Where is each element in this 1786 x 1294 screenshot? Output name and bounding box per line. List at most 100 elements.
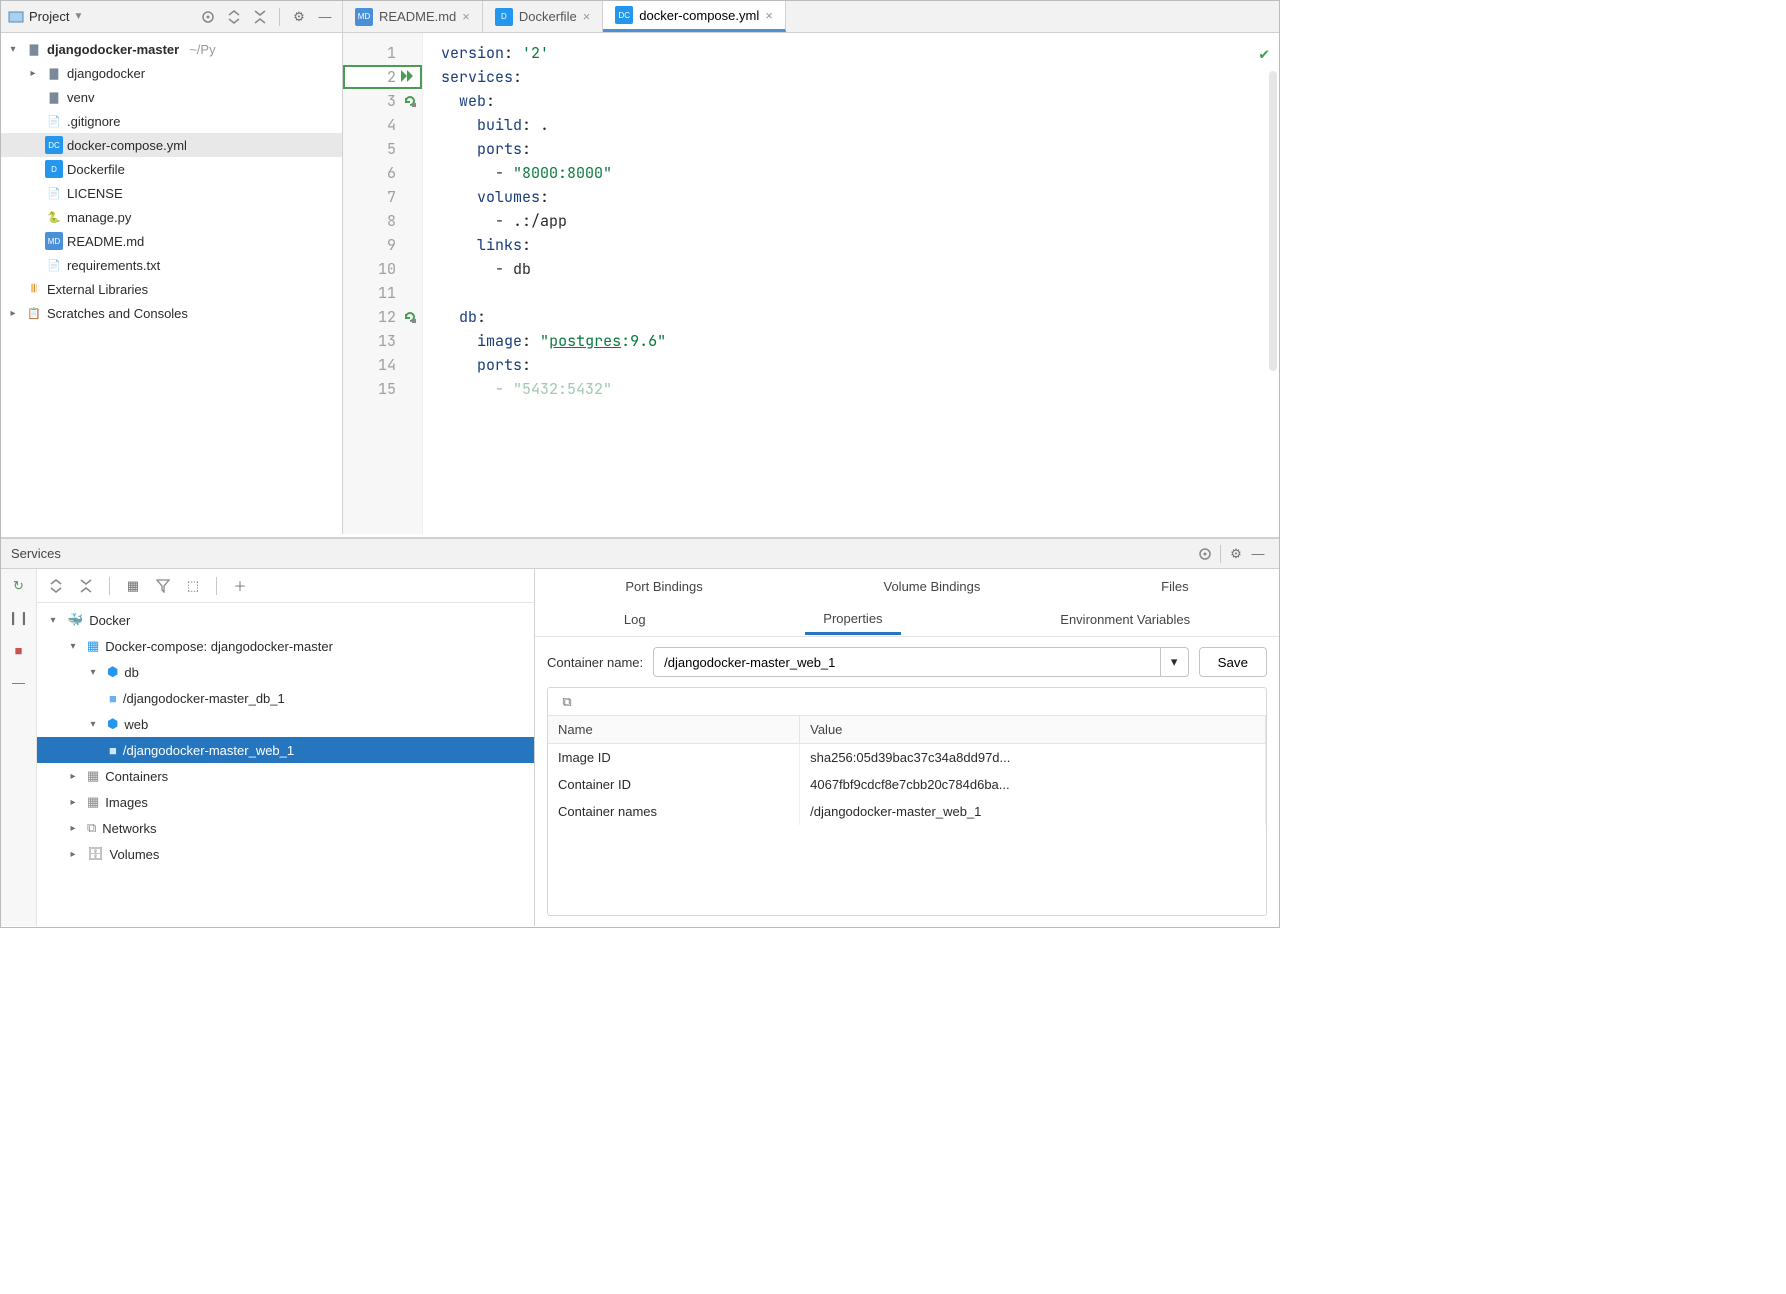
stree-service-db[interactable]: ▾ ⬢ db — [37, 659, 534, 685]
gear-icon[interactable]: ⚙ — [1225, 543, 1247, 565]
folder-icon: ▇ — [45, 64, 63, 82]
editor-body[interactable]: 123456789101112131415 version: '2'servic… — [343, 33, 1279, 534]
folder-icon: ▇ — [45, 88, 63, 106]
save-button[interactable]: Save — [1199, 647, 1267, 677]
copy-icon[interactable]: ⧉ — [556, 691, 578, 713]
close-icon[interactable]: × — [765, 8, 773, 23]
expand-all-icon[interactable] — [45, 575, 67, 597]
tab-port-bindings[interactable]: Port Bindings — [607, 573, 720, 600]
close-icon[interactable]: × — [462, 9, 470, 24]
expand-all-icon[interactable] — [223, 6, 245, 28]
table-row[interactable]: Container ID4067fbf9cdcf8e7cbb20c784d6ba… — [548, 771, 1266, 798]
collapse-all-icon[interactable] — [249, 6, 271, 28]
locate-icon[interactable] — [197, 6, 219, 28]
run-icon[interactable] — [400, 69, 418, 83]
tree-folder-djangodocker[interactable]: ▸ ▇ djangodocker — [1, 61, 342, 85]
container-name-dropdown[interactable]: ▾ — [653, 647, 1188, 677]
chevron-right-icon: ▸ — [25, 68, 41, 79]
chevron-right-icon: ▸ — [65, 771, 81, 782]
tree-file-managepy[interactable]: 🐍 manage.py — [1, 205, 342, 229]
services-panel: Services ⚙ — ↻ ❙❙ ■ — ▦ ⬚ ＋ — [1, 538, 1279, 926]
rerun-icon[interactable] — [402, 309, 418, 325]
docker-compose-icon: DC — [45, 136, 63, 154]
chevron-down-icon: ▾ — [45, 615, 61, 626]
chevron-down-icon: ▾ — [5, 44, 21, 55]
stree-container-web[interactable]: ■ /djangodocker-master_web_1 — [37, 737, 534, 763]
project-selector[interactable]: Project ▼ — [7, 8, 83, 26]
tab-readme[interactable]: MD README.md × — [343, 1, 483, 32]
compose-icon: ▦ — [87, 638, 99, 654]
stree-container-db[interactable]: ■ /djangodocker-master_db_1 — [37, 685, 534, 711]
collapse-icon[interactable]: — — [8, 671, 30, 693]
minimize-icon[interactable]: — — [314, 6, 336, 28]
services-left-toolbar: ↻ ❙❙ ■ — — [1, 569, 37, 926]
stree-service-web[interactable]: ▾ ⬢ web — [37, 711, 534, 737]
stop-icon[interactable]: ■ — [8, 639, 30, 661]
tree-external-libraries[interactable]: 𝄃𝄃 External Libraries — [1, 277, 342, 301]
chevron-right-icon: ▸ — [5, 308, 21, 319]
project-label: Project — [29, 9, 69, 24]
tree-file-docker-compose[interactable]: DC docker-compose.yml — [1, 133, 342, 157]
stree-networks[interactable]: ▸ ⧉ Networks — [37, 815, 534, 841]
tab-dockerfile[interactable]: D Dockerfile × — [483, 1, 603, 32]
col-name: Name — [548, 716, 800, 744]
stree-compose[interactable]: ▾ ▦ Docker-compose: djangodocker-master — [37, 633, 534, 659]
stree-docker[interactable]: ▾ 🐳 Docker — [37, 607, 534, 633]
minimize-icon[interactable]: — — [1247, 543, 1269, 565]
tab-files[interactable]: Files — [1143, 573, 1206, 600]
chevron-down-icon: ▾ — [65, 641, 81, 652]
code[interactable]: version: '2'services: web: build: . port… — [423, 33, 1279, 534]
group-icon[interactable]: ▦ — [122, 575, 144, 597]
tree-file-requirements[interactable]: 📄 requirements.txt — [1, 253, 342, 277]
gutter: 123456789101112131415 — [343, 33, 423, 534]
python-icon: 🐍 — [45, 208, 63, 226]
open-icon[interactable]: ⬚ — [182, 575, 204, 597]
services-tree[interactable]: ▾ 🐳 Docker ▾ ▦ Docker-compose: djangodoc… — [37, 603, 534, 926]
tree-file-readme[interactable]: MD README.md — [1, 229, 342, 253]
container-icon: ■ — [109, 743, 117, 758]
tree-scratches[interactable]: ▸ 📋 Scratches and Consoles — [1, 301, 342, 325]
tree-folder-venv[interactable]: ▇ venv — [1, 85, 342, 109]
services-tree-toolbar: ▦ ⬚ ＋ — [37, 569, 534, 603]
chevron-down-icon: ▾ — [85, 667, 101, 678]
tab-properties[interactable]: Properties — [805, 605, 900, 635]
rerun-icon[interactable]: ↻ — [8, 575, 30, 597]
gear-icon[interactable]: ⚙ — [288, 6, 310, 28]
file-icon: 📄 — [45, 184, 63, 202]
pause-icon[interactable]: ❙❙ — [8, 607, 30, 629]
collapse-all-icon[interactable] — [75, 575, 97, 597]
filter-icon[interactable] — [152, 575, 174, 597]
chevron-down-icon: ▼ — [73, 11, 83, 22]
container-icon: ■ — [109, 691, 117, 706]
tab-volume-bindings[interactable]: Volume Bindings — [866, 573, 999, 600]
tab-docker-compose[interactable]: DC docker-compose.yml × — [603, 1, 786, 32]
table-toolbar: ⧉ — [548, 688, 1266, 716]
services-title: Services — [11, 546, 61, 561]
scrollbar[interactable] — [1269, 71, 1277, 371]
networks-icon: ⧉ — [87, 820, 96, 836]
close-icon[interactable]: × — [583, 9, 591, 24]
locate-icon[interactable] — [1194, 543, 1216, 565]
tab-log[interactable]: Log — [606, 606, 664, 633]
services-tree-pane: ▦ ⬚ ＋ ▾ 🐳 Docker ▾ ▦ Docker-compose: dja… — [37, 569, 535, 926]
project-tree[interactable]: ▾ ▇ djangodocker-master ~/Py ▸ ▇ djangod… — [1, 33, 342, 534]
tree-file-license[interactable]: 📄 LICENSE — [1, 181, 342, 205]
markdown-icon: MD — [45, 232, 63, 250]
tab-env-vars[interactable]: Environment Variables — [1042, 606, 1208, 633]
properties-table: Name Value Image IDsha256:05d39bac37c34a… — [548, 716, 1266, 825]
table-row[interactable]: Container names/djangodocker-master_web_… — [548, 798, 1266, 825]
tree-file-dockerfile[interactable]: D Dockerfile — [1, 157, 342, 181]
dockerfile-icon: D — [45, 160, 63, 178]
rerun-icon[interactable] — [402, 93, 418, 109]
chevron-down-icon[interactable]: ▾ — [1161, 647, 1189, 677]
tree-root[interactable]: ▾ ▇ djangodocker-master ~/Py — [1, 37, 342, 61]
editor-area: MD README.md × D Dockerfile × DC docker-… — [343, 1, 1279, 534]
stree-containers[interactable]: ▸ ▦ Containers — [37, 763, 534, 789]
tree-file-gitignore[interactable]: 📄 .gitignore — [1, 109, 342, 133]
table-row[interactable]: Image IDsha256:05d39bac37c34a8dd97d... — [548, 744, 1266, 772]
container-name-input[interactable] — [653, 647, 1160, 677]
stree-images[interactable]: ▸ ▦ Images — [37, 789, 534, 815]
container-name-row: Container name: ▾ Save — [535, 637, 1279, 687]
add-icon[interactable]: ＋ — [229, 575, 251, 597]
stree-volumes[interactable]: ▸ 🗄 Volumes — [37, 841, 534, 867]
